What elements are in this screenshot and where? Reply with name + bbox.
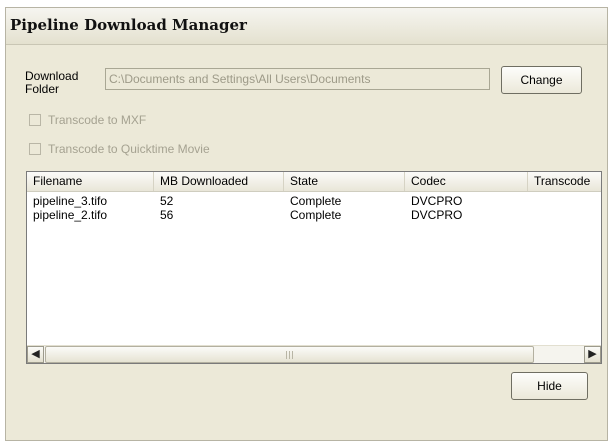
column-header-state[interactable]: State xyxy=(284,172,405,191)
download-folder-label-line1: Download xyxy=(25,69,79,83)
title-bar: Pipeline Download Manager xyxy=(6,8,607,45)
hide-button[interactable]: Hide xyxy=(511,372,588,400)
cell-filename: pipeline_2.tifo xyxy=(33,208,108,222)
table-row[interactable]: pipeline_3.tifo 52 Complete DVCPRO xyxy=(27,194,601,208)
cell-state: Complete xyxy=(290,194,342,208)
download-folder-field[interactable]: C:\Documents and Settings\All Users\Docu… xyxy=(105,68,490,90)
transcode-quicktime-label: Transcode to Quicktime Movie xyxy=(48,142,210,156)
downloads-list[interactable]: Filename MB Downloaded State Codec Trans… xyxy=(26,171,602,364)
horizontal-scrollbar[interactable]: ◀ ▶ xyxy=(27,345,601,363)
scrollbar-grip-icon xyxy=(286,351,294,359)
cell-filename: pipeline_3.tifo xyxy=(33,194,108,208)
cell-mb-downloaded: 56 xyxy=(160,208,174,222)
table-row[interactable]: pipeline_2.tifo 56 Complete DVCPRO xyxy=(27,208,601,222)
list-header: Filename MB Downloaded State Codec Trans… xyxy=(27,172,601,192)
transcode-mxf-checkbox[interactable] xyxy=(29,114,41,126)
cell-mb-downloaded: 52 xyxy=(160,194,174,208)
column-header-codec[interactable]: Codec xyxy=(405,172,528,191)
download-folder-label-line2: Folder xyxy=(25,82,60,96)
transcode-quicktime-checkbox[interactable] xyxy=(29,143,41,155)
change-button[interactable]: Change xyxy=(501,66,582,94)
cell-codec: DVCPRO xyxy=(411,208,463,222)
window-title: Pipeline Download Manager xyxy=(10,16,247,34)
scrollbar-thumb[interactable] xyxy=(45,346,534,363)
cell-state: Complete xyxy=(290,208,342,222)
scroll-right-arrow-icon[interactable]: ▶ xyxy=(584,346,601,363)
column-header-filename[interactable]: Filename xyxy=(27,172,154,191)
scroll-left-arrow-icon[interactable]: ◀ xyxy=(27,346,44,363)
transcode-mxf-label: Transcode to MXF xyxy=(48,113,147,127)
column-header-transcode[interactable]: Transcode xyxy=(528,172,601,191)
download-manager-window: Pipeline Download Manager Download Folde… xyxy=(5,7,608,441)
cell-codec: DVCPRO xyxy=(411,194,463,208)
column-header-mb-downloaded[interactable]: MB Downloaded xyxy=(154,172,284,191)
